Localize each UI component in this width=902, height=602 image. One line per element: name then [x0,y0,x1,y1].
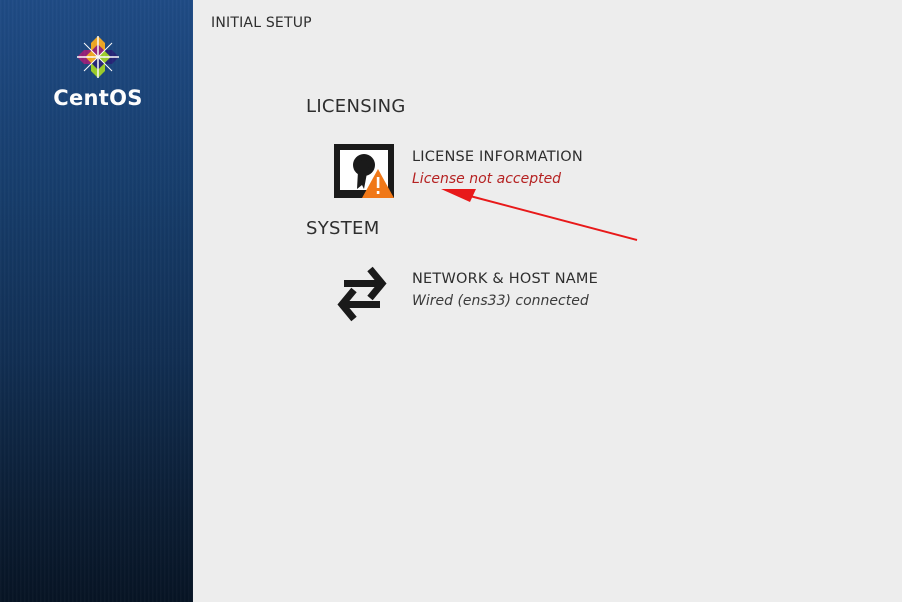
spoke-network-host-name[interactable]: NETWORK & HOST NAME Wired (ens33) connec… [330,265,630,329]
spoke-title-license: LICENSE INFORMATION [412,149,583,165]
section-title-system: SYSTEM [306,218,380,239]
page-title: INITIAL SETUP [211,15,312,31]
spoke-status-network: Wired (ens33) connected [412,293,589,309]
license-warning-icon [334,144,394,198]
centos-logo-icon [77,36,119,78]
sidebar: CentOS [0,0,193,602]
brand-name: CentOS [53,86,143,110]
spoke-license-information[interactable]: LICENSE INFORMATION License not accepted [330,143,630,207]
section-title-licensing: LICENSING [306,96,406,117]
spoke-status-license: License not accepted [412,171,562,187]
network-arrows-icon [337,266,387,322]
spoke-title-network: NETWORK & HOST NAME [412,271,598,287]
